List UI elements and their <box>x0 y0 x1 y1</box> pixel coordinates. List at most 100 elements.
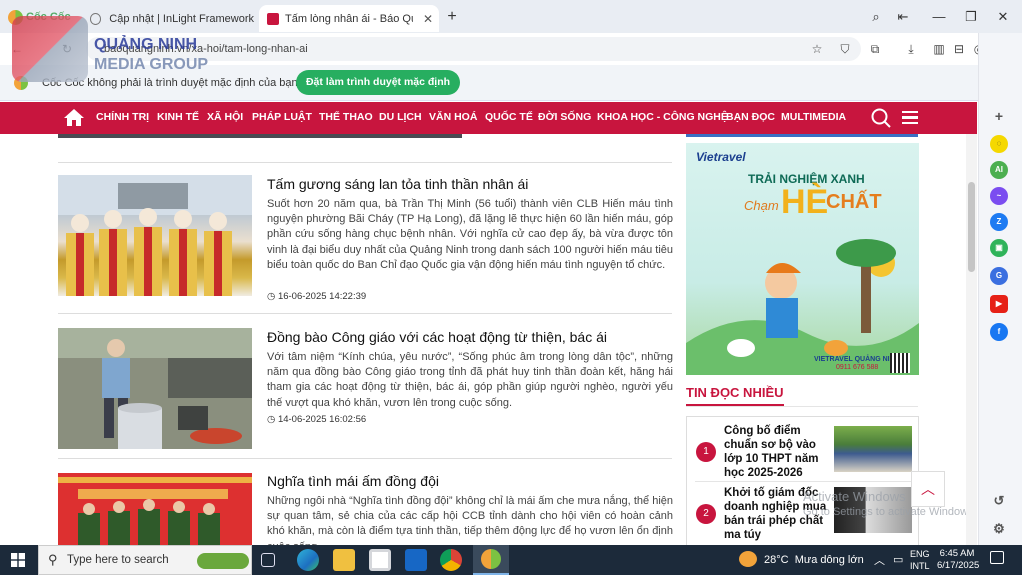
ad-footer: VIETRAVEL QUẢNG NINH <box>814 356 900 363</box>
ad-phone: 0911 676 588 <box>836 364 879 371</box>
nav-multimedia[interactable]: MULTIMEDIA <box>781 111 846 123</box>
search-placeholder: Type here to search <box>67 554 169 566</box>
timestamp-text: 14-06-2025 16:02:56 <box>277 414 367 425</box>
download-icon[interactable]: ⤓ <box>902 40 920 58</box>
ad-big1: HÈ <box>781 183 829 221</box>
translate-icon[interactable]: G <box>990 267 1008 285</box>
most-read-item[interactable]: 1 Công bố điểm chuẩn sơ bộ vào lớp 10 TH… <box>687 417 918 481</box>
history-icon[interactable]: ↺ <box>990 492 1008 510</box>
taskbar-search-box[interactable]: ⚲ Type here to search <box>38 545 252 575</box>
edge-icon[interactable] <box>297 549 319 571</box>
outlook-icon[interactable] <box>405 549 427 571</box>
site-main-nav: CHÍNH TRỊ KINH TẾ XÃ HỘI PHÁP LUẬT THỂ T… <box>0 102 977 134</box>
nav-kinh-te[interactable]: KINH TẾ <box>157 111 199 123</box>
ai-assistant-icon[interactable]: AI <box>990 161 1008 179</box>
rank-badge: 2 <box>696 504 716 524</box>
timestamp-text: 16-06-2025 14:22:39 <box>277 291 367 302</box>
article-summary: Những ngôi nhà “Nghĩa tình đồng đội” khô… <box>267 495 673 545</box>
zalo-icon[interactable]: Z <box>990 213 1008 231</box>
article-timestamp: ◷ 16-06-2025 14:22:39 <box>267 291 366 302</box>
file-explorer-icon[interactable] <box>333 549 355 571</box>
coccoc-taskbar-icon <box>481 549 501 569</box>
ad-illustration <box>686 239 919 375</box>
home-icon[interactable] <box>63 108 85 127</box>
hamburger-menu-icon[interactable] <box>902 111 918 124</box>
clock-date: 6/17/2025 <box>937 560 980 571</box>
restore-button[interactable]: ❐ <box>960 6 982 28</box>
nav-doi-song[interactable]: ĐỜI SỐNG <box>538 111 591 123</box>
heading-text: TIN ĐỌC NHIỀU <box>686 385 784 400</box>
divider <box>58 313 672 314</box>
windows-start-icon[interactable] <box>11 553 25 567</box>
lang-line2: INTL <box>910 561 930 571</box>
divider <box>58 162 672 163</box>
close-tab-icon[interactable]: ✕ <box>423 12 433 26</box>
article-thumbnail[interactable] <box>58 328 252 449</box>
most-read-heading: TIN ĐỌC NHIỀU <box>686 385 784 406</box>
site-logo[interactable]: QUẢNG NINH MEDIA GROUP <box>10 10 220 82</box>
youtube-icon[interactable]: ▶ <box>990 295 1008 313</box>
language-indicator[interactable]: ENG INTL <box>910 548 930 572</box>
ad-brand: Vietravel <box>696 150 746 164</box>
nav-du-lich[interactable]: DU LỊCH <box>379 111 422 123</box>
add-panel-icon[interactable]: + <box>990 107 1008 125</box>
article-title[interactable]: Đồng bào Công giáo với các hoạt động từ … <box>267 329 607 345</box>
nav-chinh-tri[interactable]: CHÍNH TRỊ <box>96 111 149 123</box>
tab-search-icon[interactable]: ⌕ <box>865 6 887 28</box>
scrollbar-thumb[interactable] <box>968 182 975 272</box>
game-icon[interactable]: ▣ <box>990 239 1008 257</box>
page-scrollbar[interactable] <box>966 134 977 545</box>
set-default-browser-button[interactable]: Đặt làm trình duyệt mặc định <box>296 70 460 95</box>
snapchat-icon[interactable]: ◌ <box>990 135 1008 153</box>
menu-grid-icon[interactable]: ⊟ <box>950 40 968 58</box>
nav-quoc-te[interactable]: QUỐC TẾ <box>485 111 533 123</box>
coccoc-taskbar-button[interactable] <box>473 545 509 575</box>
ad-qr-code <box>890 353 910 373</box>
tab-baoquangninh[interactable]: Tấm lòng nhân ái - Báo Quả ✕ <box>259 5 439 32</box>
chrome-icon[interactable] <box>440 549 462 571</box>
settings-gear-icon[interactable]: ⚙ <box>990 520 1008 538</box>
notification-icon[interactable] <box>990 551 1004 564</box>
nav-xa-hoi[interactable]: XÃ HỘI <box>207 111 243 123</box>
back-to-tab-icon[interactable]: ⇤ <box>892 6 914 28</box>
extensions-icon[interactable]: ⧉ <box>866 40 884 58</box>
logo-line2: MEDIA GROUP <box>94 56 209 73</box>
nav-ban-doc[interactable]: BẠN ĐỌC <box>726 111 775 123</box>
nav-khoa-hoc-cong-nghe[interactable]: KHOA HỌC - CÔNG NGHỆ <box>597 111 728 123</box>
sidebar-toggle-icon[interactable]: ▥ <box>930 40 948 58</box>
browser-side-panel: + ◌ AI ~ Z ▣ G ▶ f ↺ ⚙ <box>978 33 1022 545</box>
nav-the-thao[interactable]: THỂ THAO <box>319 111 373 123</box>
most-read-thumbnail <box>834 426 912 472</box>
vietravel-ad-banner[interactable]: Vietravel TRẢI NGHIỆM XANH Chạm HÈ CHẤT … <box>686 143 919 375</box>
clock-icon: ◷ <box>267 291 276 302</box>
facebook-icon[interactable]: f <box>990 323 1008 341</box>
close-window-button[interactable]: ✕ <box>992 6 1014 28</box>
task-view-icon[interactable] <box>261 553 275 567</box>
article-thumbnail[interactable] <box>58 473 252 545</box>
lang-line1: ENG <box>910 549 930 559</box>
new-tab-button[interactable]: + <box>441 6 463 28</box>
network-icon[interactable]: ▭ <box>893 553 903 566</box>
windows-taskbar: ⚲ Type here to search 28°C Mưa dông lớn … <box>0 545 1022 575</box>
shield-icon[interactable]: ⛉ <box>836 40 854 58</box>
messenger-icon[interactable]: ~ <box>990 187 1008 205</box>
weather-icon <box>739 551 757 567</box>
nav-van-hoa[interactable]: VĂN HOÁ <box>429 111 477 123</box>
article-title[interactable]: Tấm gương sáng lan tỏa tinh thần nhân ái <box>267 176 528 192</box>
weather-text[interactable]: 28°C Mưa dông lớn <box>764 554 864 566</box>
article-thumbnail[interactable] <box>58 175 252 296</box>
button-label: Đặt làm trình duyệt mặc định <box>305 76 451 88</box>
logo-mark-icon <box>12 16 88 82</box>
store-icon[interactable] <box>369 549 391 571</box>
article-timestamp: ◷ 14-06-2025 16:02:56 <box>267 414 366 425</box>
most-read-title: Công bố điểm chuẩn sơ bộ vào lớp 10 THPT… <box>724 425 819 479</box>
most-read-box: 1 Công bố điểm chuẩn sơ bộ vào lớp 10 TH… <box>686 416 919 545</box>
sidebar-top-strip <box>686 134 918 137</box>
bookmark-star-icon[interactable]: ☆ <box>808 40 826 58</box>
tray-chevron-icon[interactable]: ︿ <box>874 552 885 568</box>
nav-phap-luat[interactable]: PHÁP LUẬT <box>252 111 312 123</box>
minimize-button[interactable]: — <box>928 6 950 28</box>
search-icon[interactable] <box>871 108 891 128</box>
clock[interactable]: 6:45 AM 6/17/2025 <box>937 548 980 572</box>
article-title[interactable]: Nghĩa tình mái ấm đồng đội <box>267 473 439 489</box>
